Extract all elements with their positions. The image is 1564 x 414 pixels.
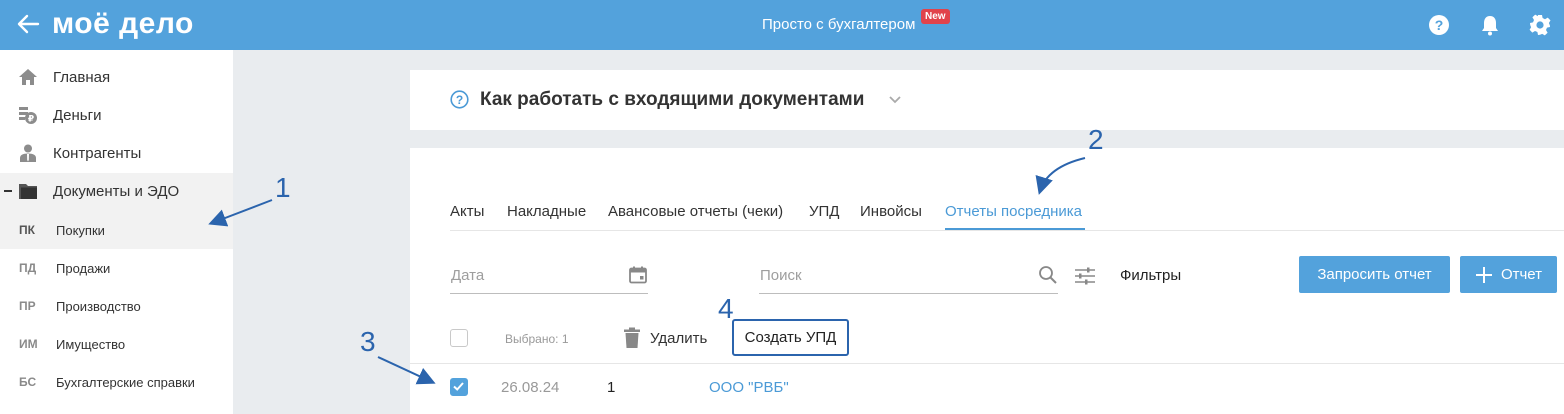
documents-panel: Акты Накладные Авансовые отчеты (чеки) У… (410, 148, 1564, 414)
search-input-underline (759, 293, 1058, 294)
collapse-indicator (4, 190, 12, 192)
back-arrow-icon[interactable] (14, 10, 42, 38)
promo-title[interactable]: Просто с бухгалтером (762, 16, 915, 33)
subitem-abbr: ПР (19, 299, 36, 313)
search-icon[interactable] (1038, 265, 1058, 285)
filters-button[interactable]: Фильтры (1120, 267, 1181, 284)
tab-waybills[interactable]: Накладные (507, 203, 586, 220)
row-date: 26.08.24 (501, 379, 560, 396)
svg-text:₽: ₽ (28, 115, 34, 125)
top-bar: моё дело Просто с бухгалтером New ? (0, 0, 1564, 50)
subitem-abbr: БС (19, 375, 37, 389)
sidebar-item-label: Главная (53, 69, 111, 86)
home-icon (19, 69, 37, 85)
subitem-label: Покупки (56, 223, 105, 238)
active-tab-indicator (945, 228, 1085, 230)
row-counterparty-link[interactable]: ООО "РВБ" (709, 379, 789, 396)
plus-icon (1475, 266, 1492, 283)
sidebar-item-home[interactable]: Главная (0, 59, 233, 97)
subitem-label: Бухгалтерские справки (56, 375, 195, 390)
sidebar-subitem-sales[interactable]: ПД Продажи (0, 249, 233, 287)
tab-upd[interactable]: УПД (809, 203, 839, 220)
sidebar-item-label: Деньги (53, 107, 102, 124)
annotation-number-2: 2 (1088, 124, 1104, 155)
help-panel[interactable]: ? Как работать с входящими документами (410, 70, 1564, 130)
money-icon: ₽ (19, 107, 37, 125)
folder-icon (19, 184, 37, 199)
app-logo[interactable]: моё дело (52, 7, 194, 41)
sidebar-item-money[interactable]: ₽ Деньги (0, 97, 233, 135)
tab-acts[interactable]: Акты (450, 203, 484, 220)
delete-button[interactable]: Удалить (650, 330, 707, 347)
sidebar-item-contractors[interactable]: Контрагенты (0, 135, 233, 173)
new-badge: New (921, 9, 950, 24)
annotation-number-3: 3 (360, 326, 376, 357)
tab-agent-reports[interactable]: Отчеты посредника (945, 203, 1082, 220)
table-divider (410, 363, 1564, 364)
svg-text:?: ? (456, 93, 463, 107)
sidebar-item-label: Документы и ЭДО (53, 183, 180, 200)
sidebar-item-documents[interactable]: Документы и ЭДО (0, 173, 233, 211)
bell-icon[interactable] (1478, 13, 1502, 37)
sidebar-subitem-purchases[interactable]: ПК Покупки (0, 211, 233, 249)
create-upd-button[interactable]: Создать УПД (732, 319, 849, 356)
tabs-divider (450, 230, 1564, 231)
help-icon[interactable]: ? (1427, 13, 1451, 37)
row-checkbox[interactable] (450, 378, 468, 396)
trash-icon[interactable] (623, 327, 641, 349)
subitem-label: Имущество (56, 337, 126, 352)
subitem-abbr: ПК (19, 223, 35, 237)
request-report-button[interactable]: Запросить отчет (1299, 256, 1450, 293)
select-all-checkbox[interactable] (450, 329, 468, 347)
svg-text:?: ? (1435, 17, 1444, 33)
annotation-number-1: 1 (275, 172, 291, 203)
sidebar-subitem-property[interactable]: ИМ Имущество (0, 325, 233, 363)
date-field[interactable]: Дата (451, 267, 484, 284)
date-field-underline (450, 293, 648, 294)
create-upd-label: Создать УПД (744, 329, 837, 346)
request-report-label: Запросить отчет (1317, 266, 1432, 283)
filter-sliders-icon[interactable] (1074, 266, 1096, 286)
subitem-label: Продажи (56, 261, 111, 276)
subitem-label: Производство (56, 299, 141, 314)
chevron-down-icon[interactable] (888, 95, 902, 105)
sidebar: Главная ₽ Деньги Контрагенты Документы и… (0, 50, 233, 414)
search-input[interactable]: Поиск (760, 267, 802, 284)
add-report-label: Отчет (1500, 266, 1543, 283)
sidebar-subitem-accounting-notes[interactable]: БС Бухгалтерские справки (0, 363, 233, 401)
subitem-abbr: ПД (19, 261, 37, 275)
selected-count: Выбрано: 1 (505, 332, 569, 346)
add-report-button[interactable]: Отчет (1460, 256, 1557, 293)
annotation-number-4: 4 (718, 293, 734, 324)
row-number: 1 (607, 379, 616, 396)
subitem-abbr: ИМ (19, 337, 38, 351)
gear-icon[interactable] (1528, 13, 1552, 37)
calendar-icon[interactable] (628, 265, 648, 285)
contractors-icon (20, 144, 36, 162)
sidebar-subitem-production[interactable]: ПР Производство (0, 287, 233, 325)
help-panel-title[interactable]: Как работать с входящими документами (480, 89, 864, 111)
tab-advance-reports[interactable]: Авансовые отчеты (чеки) (608, 203, 783, 220)
question-circle-icon: ? (450, 90, 469, 109)
checkmark-icon (453, 382, 464, 391)
tab-invoices[interactable]: Инвойсы (860, 203, 922, 220)
sidebar-item-label: Контрагенты (53, 145, 142, 162)
